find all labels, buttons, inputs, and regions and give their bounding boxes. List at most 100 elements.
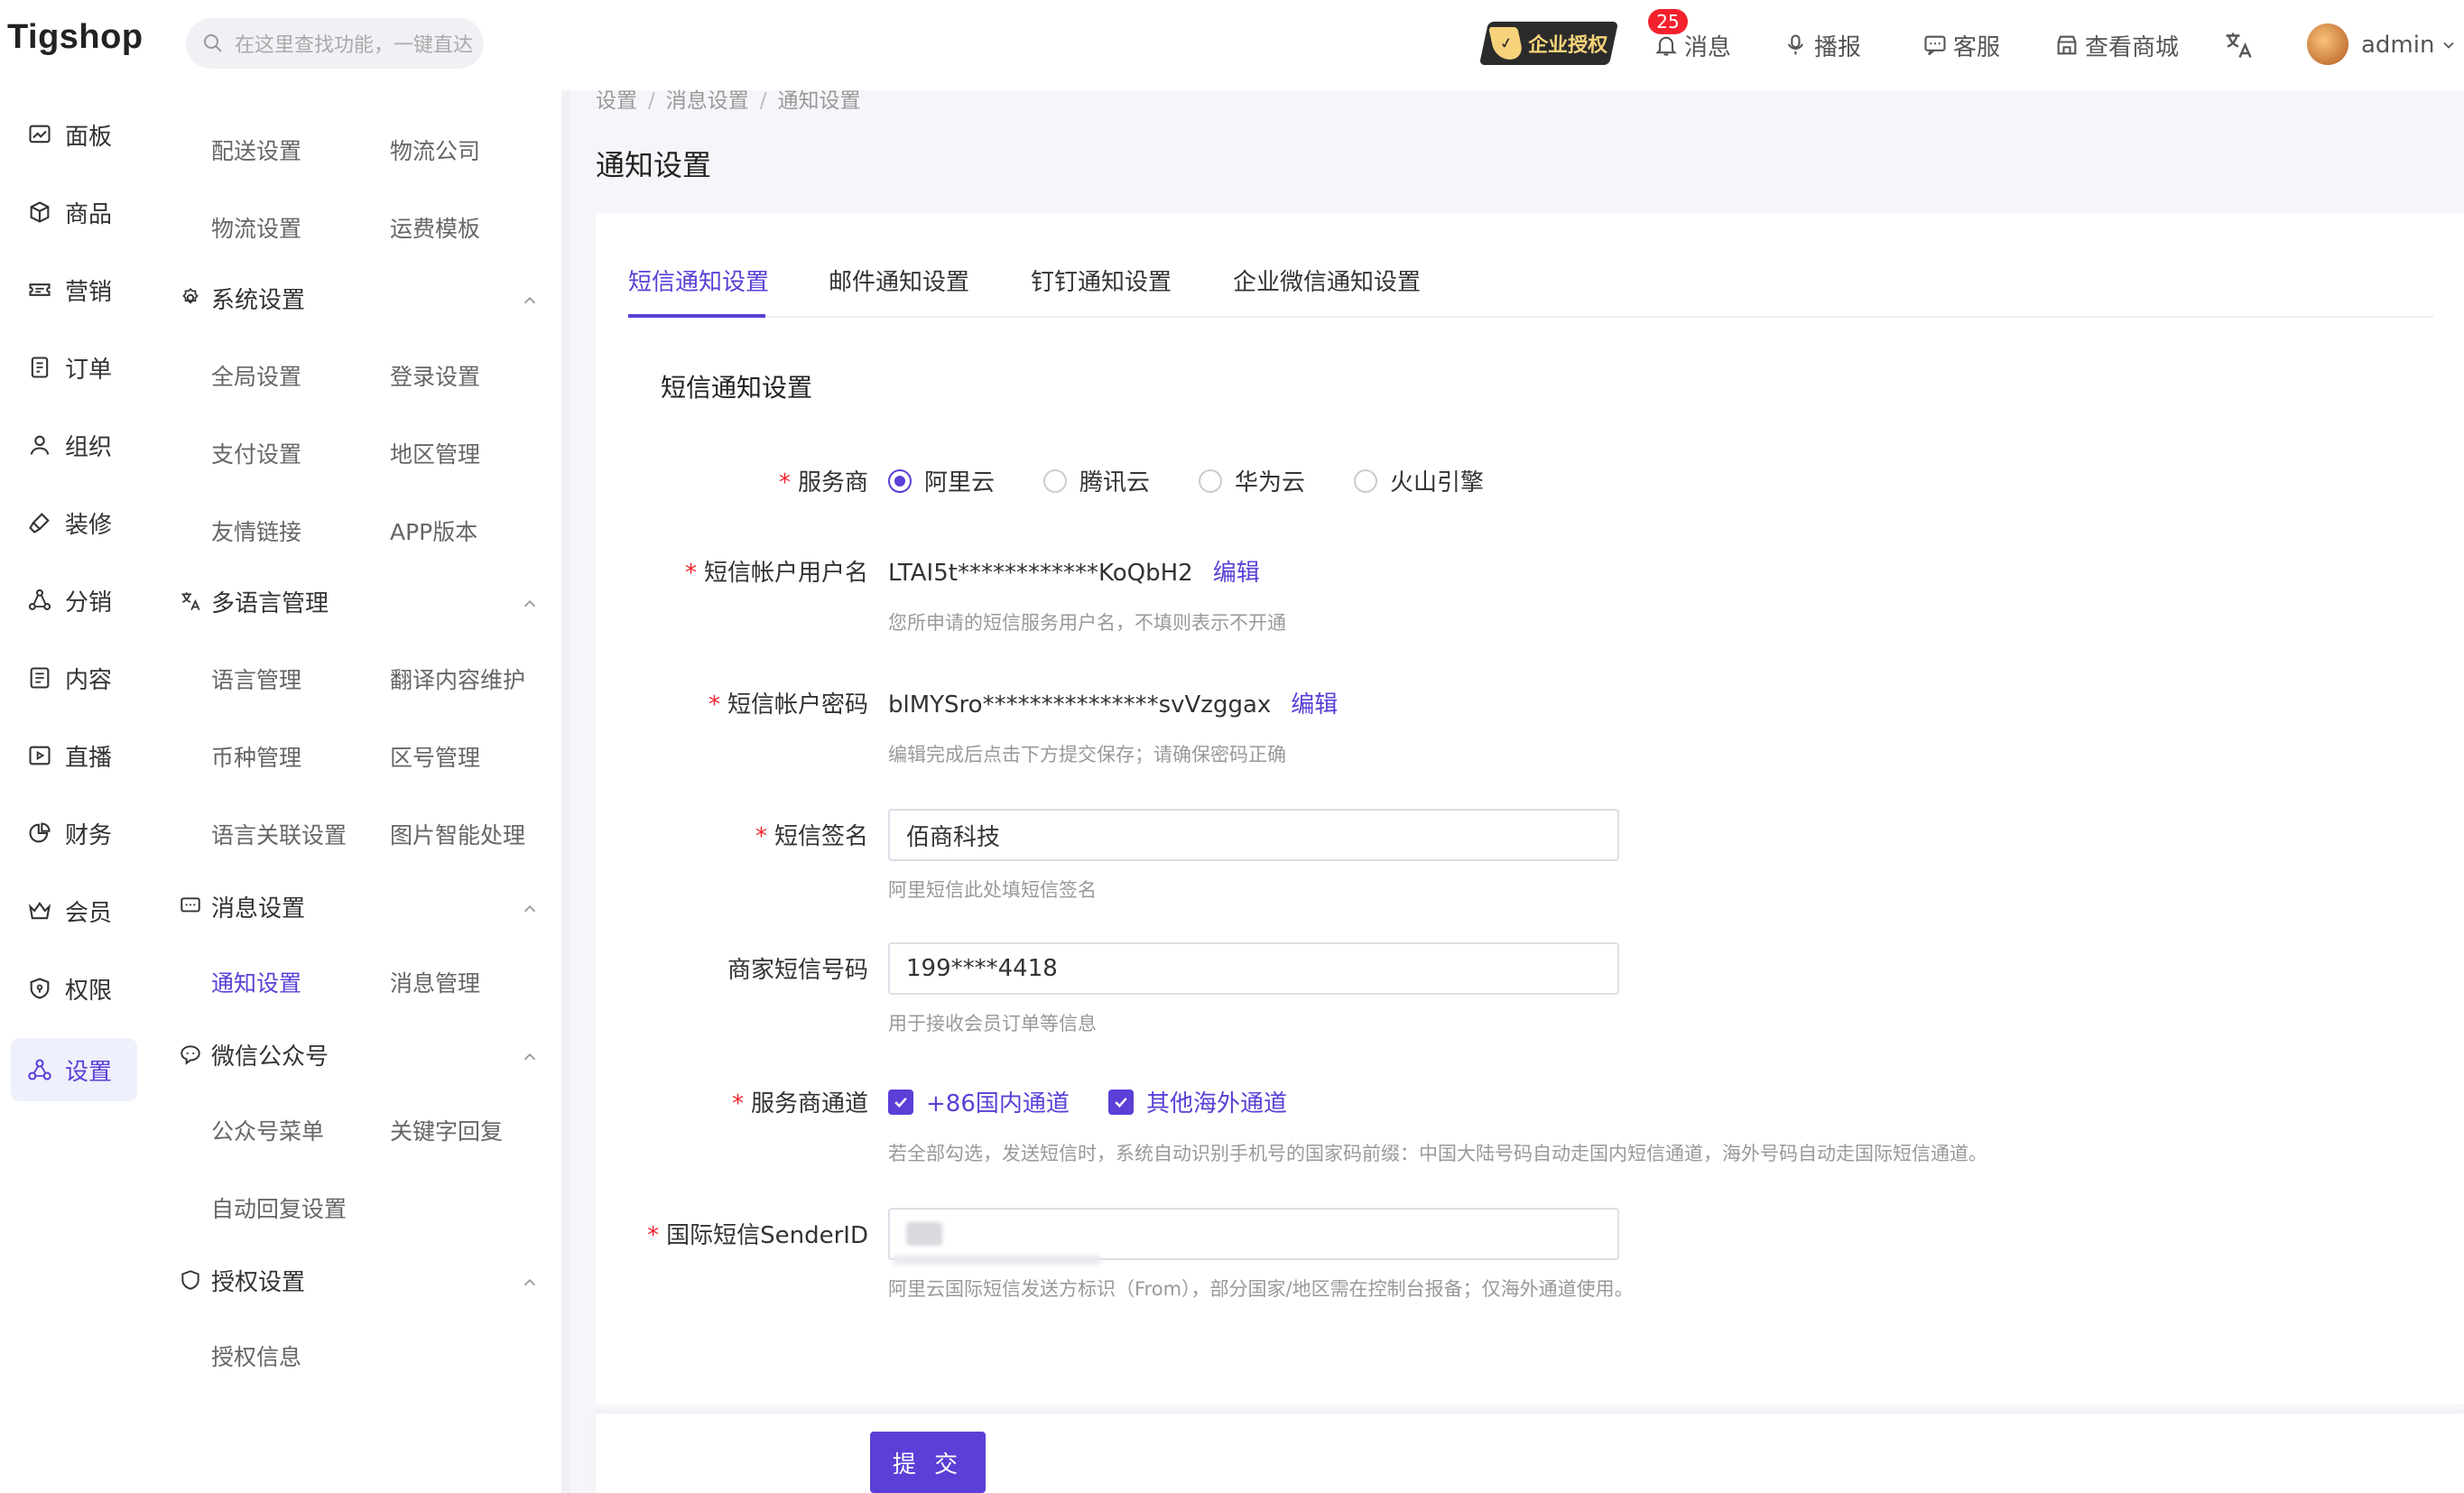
tab-sms[interactable]: 短信通知设置: [628, 264, 769, 297]
language-switch-button[interactable]: [2222, 25, 2260, 65]
ticket-icon: [29, 283, 51, 296]
tab-bar: 短信通知设置 邮件通知设置 钉钉通知设置 企业微信通知设置: [628, 255, 2433, 318]
user-icon: [30, 435, 50, 455]
submenu-link[interactable]: 语言管理: [211, 663, 301, 695]
translate-icon: [2226, 32, 2252, 58]
submenu-link[interactable]: 区号管理: [390, 740, 480, 773]
submenu-link[interactable]: 语言关联设置: [211, 818, 347, 850]
radio-aliyun[interactable]: 阿里云: [888, 464, 995, 497]
submenu-group-license[interactable]: 授权设置: [179, 1262, 540, 1298]
submenu-link[interactable]: 运费模板: [390, 211, 480, 244]
tab-wecom[interactable]: 企业微信通知设置: [1233, 264, 1421, 297]
submenu-link[interactable]: APP版本: [390, 515, 477, 547]
user-menu[interactable]: admin: [2361, 25, 2463, 65]
sign-input[interactable]: 佰商科技: [888, 809, 1619, 861]
nav-dashboard[interactable]: 面板: [11, 103, 137, 166]
phone-input-value: 199****4418: [906, 955, 1058, 982]
nav-label: 权限: [65, 977, 113, 1005]
submenu-link[interactable]: 图片智能处理: [390, 818, 525, 850]
nav-live[interactable]: 直播: [11, 724, 137, 787]
nav-content[interactable]: 内容: [11, 646, 137, 709]
shield-icon: ✓: [1488, 27, 1524, 60]
submenu-link[interactable]: 消息管理: [390, 966, 480, 998]
nav-label: 财务: [65, 821, 113, 849]
search-placeholder: 在这里查找功能，一键直达: [235, 34, 474, 57]
customer-service-button[interactable]: 客服: [1922, 25, 2000, 65]
pie-icon: [29, 822, 51, 843]
checkbox-checked-icon: [1108, 1089, 1134, 1115]
broadcast-button[interactable]: 播报: [1783, 25, 1861, 65]
radio-label: 腾讯云: [1079, 469, 1151, 496]
password-help: 编辑完成后点击下方提交保存；请确保密码正确: [888, 744, 1286, 765]
submenu-link[interactable]: 配送设置: [211, 134, 301, 166]
box-icon: [30, 201, 50, 223]
chevron-up-icon: [523, 1278, 536, 1286]
nav-label: 内容: [65, 666, 113, 694]
nav-settings[interactable]: 设置: [11, 1038, 137, 1101]
search-input[interactable]: 在这里查找功能，一键直达: [186, 18, 484, 69]
breadcrumb-item[interactable]: 消息设置: [666, 89, 749, 113]
enterprise-auth-badge[interactable]: ✓ 企业授权: [1478, 22, 1619, 65]
nav-products[interactable]: 商品: [11, 181, 137, 244]
nav-organization[interactable]: 组织: [11, 413, 137, 477]
checkbox-overseas[interactable]: 其他海外通道: [1108, 1085, 1287, 1118]
nav-label: 设置: [65, 1058, 113, 1086]
radio-icon: [1199, 468, 1222, 493]
logo[interactable]: Tigshop: [7, 18, 152, 61]
checkbox-domestic[interactable]: +86国内通道: [888, 1085, 1070, 1118]
sender-id-input[interactable]: [888, 1208, 1619, 1260]
username-label: * 短信帐户用户名: [684, 560, 868, 587]
edit-username-link[interactable]: 编辑: [1213, 560, 1260, 587]
tab-email[interactable]: 邮件通知设置: [829, 264, 969, 297]
tab-dingtalk[interactable]: 钉钉通知设置: [1031, 264, 1172, 297]
nav-distribution[interactable]: 分销: [11, 569, 137, 632]
nav-permissions[interactable]: 权限: [11, 957, 137, 1020]
sign-input-value: 佰商科技: [906, 823, 1001, 851]
username-label: admin: [2361, 32, 2435, 59]
translate-icon: [181, 592, 200, 611]
submenu-link[interactable]: 物流公司: [390, 134, 480, 166]
submenu-link[interactable]: 翻译内容维护: [390, 663, 525, 695]
phone-help: 用于接收会员订单等信息: [888, 1013, 1097, 1034]
group-title: 微信公众号: [211, 1043, 329, 1071]
radio-tencent[interactable]: 腾讯云: [1043, 464, 1150, 497]
submenu-link-notification-active[interactable]: 通知设置: [211, 966, 301, 998]
radio-volcengine[interactable]: 火山引擎: [1354, 464, 1484, 497]
submenu-link[interactable]: 物流设置: [211, 211, 301, 244]
phone-input[interactable]: 199****4418: [888, 942, 1619, 995]
submenu-group-message[interactable]: 消息设置: [179, 888, 540, 924]
submenu-link[interactable]: 登录设置: [390, 359, 480, 392]
share-icon: [28, 589, 51, 610]
shield-icon: [30, 978, 50, 999]
submenu-link[interactable]: 授权信息: [211, 1340, 301, 1372]
nav-label: 分销: [65, 589, 113, 617]
nav-marketing[interactable]: 营销: [11, 258, 137, 321]
submenu-link[interactable]: 友情链接: [211, 515, 301, 547]
submenu-group-system[interactable]: 系统设置: [179, 280, 540, 316]
username-help: 您所申请的短信服务用户名，不填则表示不开通: [888, 612, 1286, 634]
submenu-link[interactable]: 币种管理: [211, 740, 301, 773]
nav-decoration[interactable]: 装修: [11, 491, 137, 554]
submenu-group-i18n[interactable]: 多语言管理: [179, 583, 540, 619]
breadcrumb-item[interactable]: 设置: [596, 89, 637, 113]
view-mall-button[interactable]: 查看商城: [2054, 25, 2179, 65]
nav-members[interactable]: 会员: [11, 879, 137, 942]
nav-finance[interactable]: 财务: [11, 802, 137, 865]
submenu-link[interactable]: 关键字回复: [390, 1114, 503, 1146]
submenu-link[interactable]: 支付设置: [211, 437, 301, 469]
edit-password-link[interactable]: 编辑: [1291, 691, 1338, 719]
nav-orders[interactable]: 订单: [11, 336, 137, 399]
submenu-group-wechat[interactable]: 微信公众号: [179, 1036, 540, 1072]
radio-huawei[interactable]: 华为云: [1199, 464, 1305, 497]
radio-icon: [1043, 468, 1067, 493]
avatar[interactable]: [2307, 23, 2348, 65]
submenu-link[interactable]: 自动回复设置: [211, 1192, 347, 1224]
gear-icon: [182, 288, 199, 304]
sender-id-label: * 国际短信SenderID: [647, 1222, 868, 1249]
submit-button[interactable]: 提 交: [870, 1432, 986, 1493]
sign-label: * 短信签名: [755, 823, 868, 850]
submenu-link[interactable]: 地区管理: [390, 437, 480, 469]
nav-label: 装修: [65, 511, 113, 539]
submenu-link[interactable]: 全局设置: [211, 359, 301, 392]
submenu-link[interactable]: 公众号菜单: [211, 1114, 324, 1146]
